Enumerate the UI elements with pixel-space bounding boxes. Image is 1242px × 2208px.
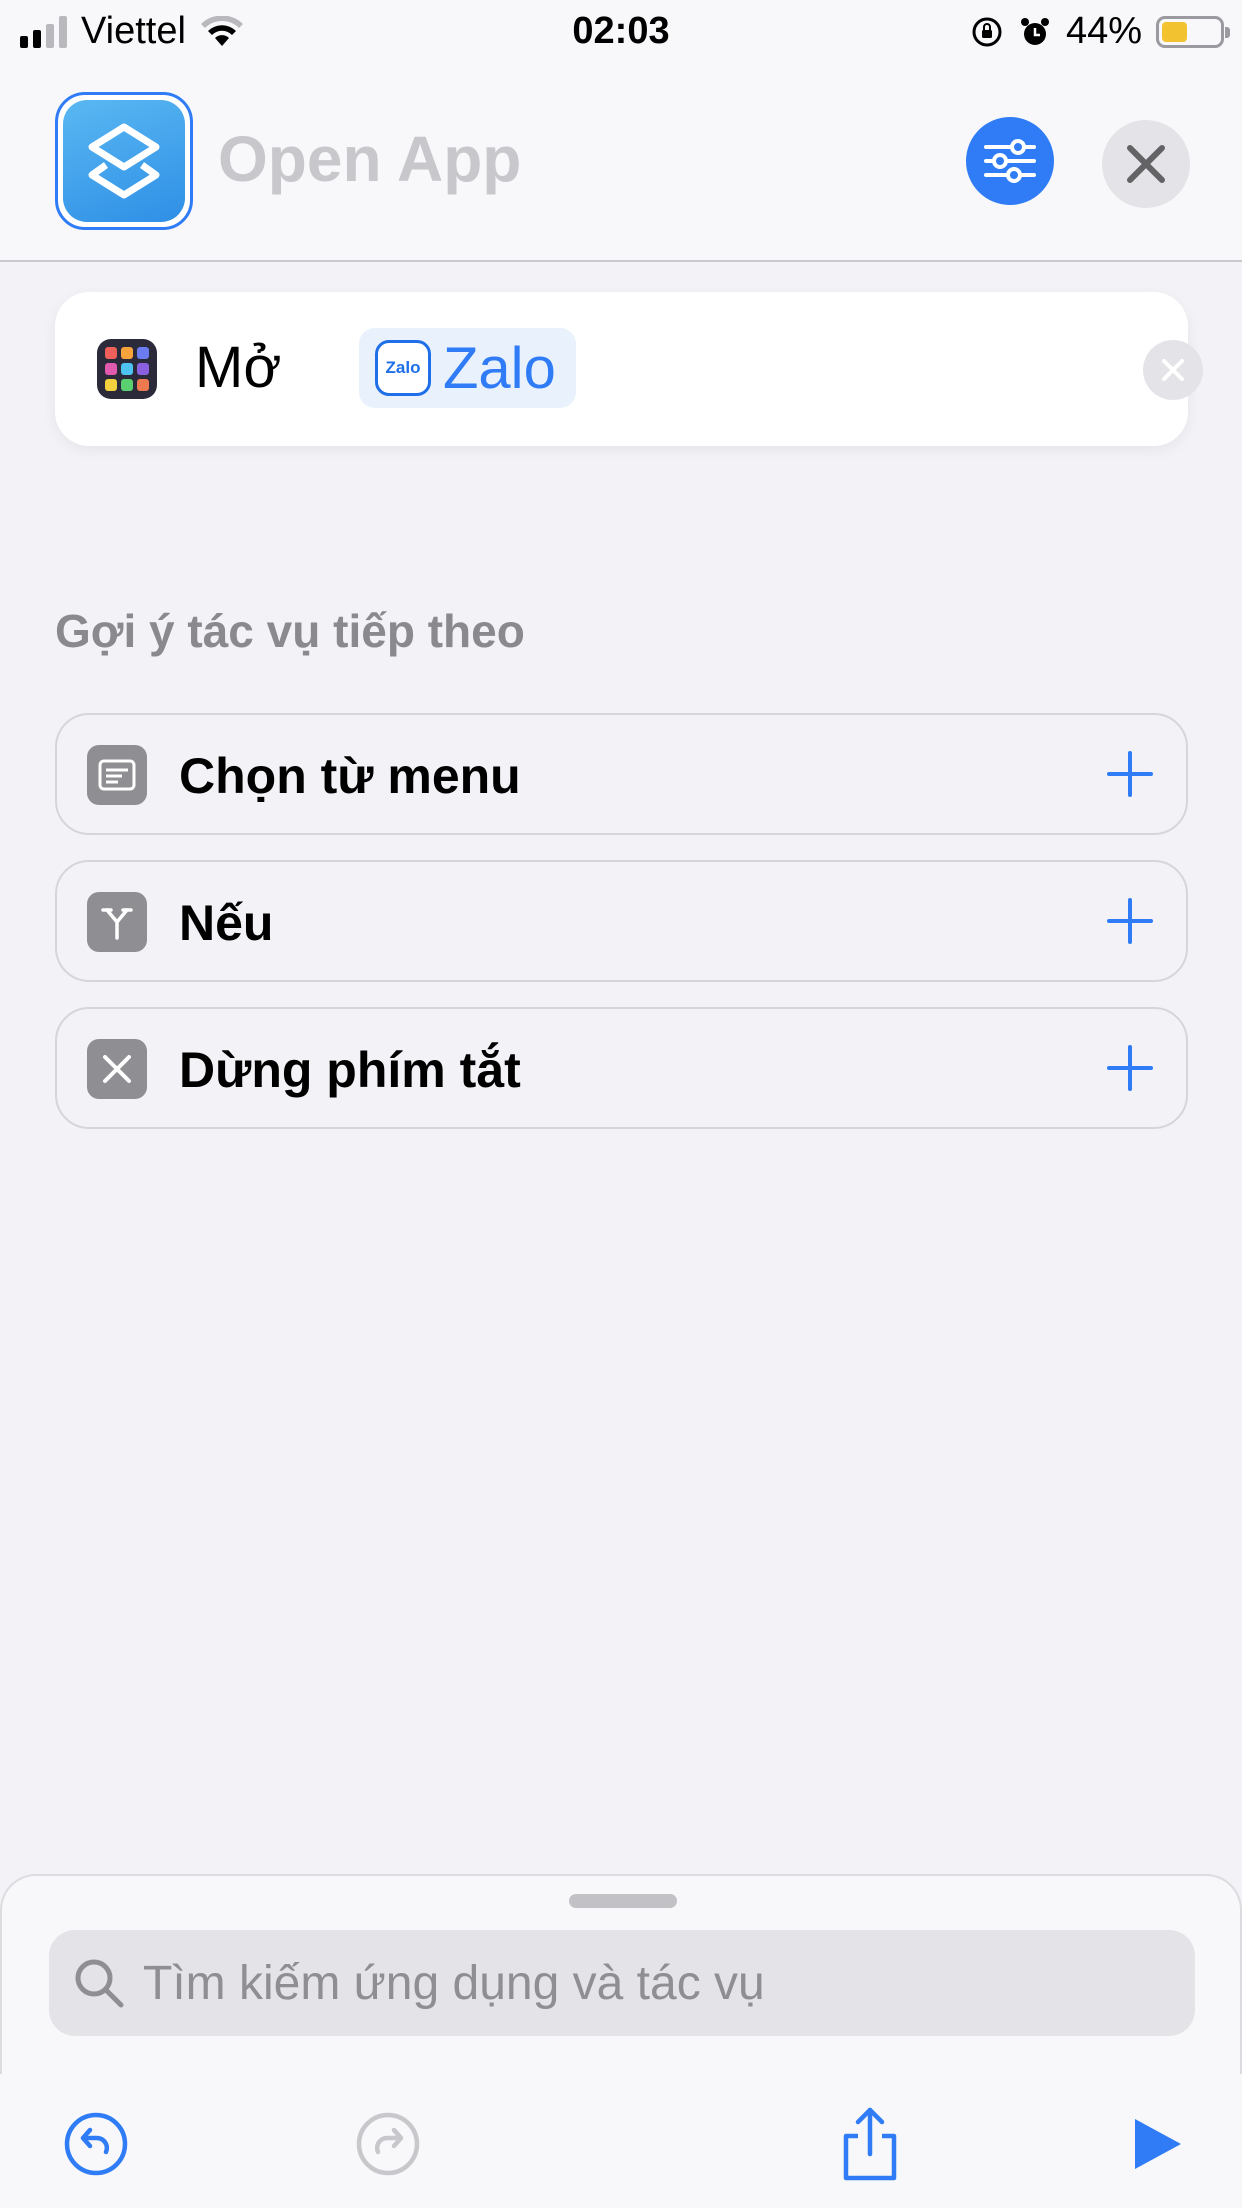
sliders-icon <box>984 139 1036 183</box>
app-grid-icon <box>97 339 157 399</box>
alarm-icon <box>1020 17 1049 45</box>
close-icon <box>1127 145 1165 183</box>
app-parameter-token[interactable]: Zalo Zalo <box>359 328 576 408</box>
clear-icon <box>1162 359 1184 381</box>
shortcut-title[interactable]: Open App <box>218 122 521 196</box>
redo-icon <box>356 2112 420 2176</box>
zalo-logo-icon: Zalo <box>375 340 431 396</box>
suggestion-if[interactable]: Nếu <box>55 860 1188 982</box>
search-icon <box>75 1959 124 2008</box>
search-input[interactable] <box>143 1955 1143 2011</box>
share-icon <box>843 2107 897 2181</box>
suggestion-choose-from-menu[interactable]: Chọn từ menu <box>55 713 1188 835</box>
suggestion-label: Nếu <box>179 895 274 951</box>
suggestion-label: Chọn từ menu <box>179 748 521 804</box>
editor-header: Open App <box>0 62 1242 262</box>
undo-icon <box>64 2112 128 2176</box>
menu-icon <box>87 745 147 805</box>
stop-x-icon <box>87 1039 147 1099</box>
suggestion-label: Dừng phím tắt <box>179 1042 521 1098</box>
add-icon[interactable] <box>1105 749 1155 799</box>
open-app-action-card[interactable]: Mở Zalo Zalo <box>55 292 1203 446</box>
branch-icon <box>87 892 147 952</box>
battery-percent: 44% <box>1065 10 1142 52</box>
settings-button[interactable] <box>966 117 1054 205</box>
run-button[interactable] <box>1120 2108 1192 2180</box>
shortcut-icon-button[interactable] <box>55 92 193 230</box>
undo-button[interactable] <box>60 2108 132 2180</box>
zalo-logo-text: Zalo <box>385 358 421 377</box>
add-icon[interactable] <box>1105 896 1155 946</box>
action-verb: Mở <box>195 335 282 400</box>
close-button[interactable] <box>1102 120 1190 208</box>
status-right: 44% <box>970 10 1230 53</box>
suggestions-heading: Gợi ý tác vụ tiếp theo <box>55 605 525 657</box>
shortcuts-app-icon <box>88 123 160 199</box>
suggestion-stop-shortcut[interactable]: Dừng phím tắt <box>55 1007 1188 1129</box>
battery-icon <box>1156 15 1230 48</box>
add-icon[interactable] <box>1105 1043 1155 1093</box>
search-field[interactable] <box>49 1930 1195 2036</box>
app-name: Zalo <box>443 335 556 401</box>
share-button[interactable] <box>834 2107 906 2181</box>
redo-button[interactable] <box>352 2108 424 2180</box>
bottom-toolbar <box>0 2074 1242 2208</box>
play-icon <box>1135 2119 1181 2169</box>
actions-bottom-sheet <box>0 1874 1242 2074</box>
clear-app-button[interactable] <box>1143 340 1203 400</box>
orientation-lock-icon <box>972 17 1002 46</box>
status-bar: Viettel 02:03 44% <box>0 0 1242 62</box>
sheet-grabber[interactable] <box>569 1894 677 1908</box>
